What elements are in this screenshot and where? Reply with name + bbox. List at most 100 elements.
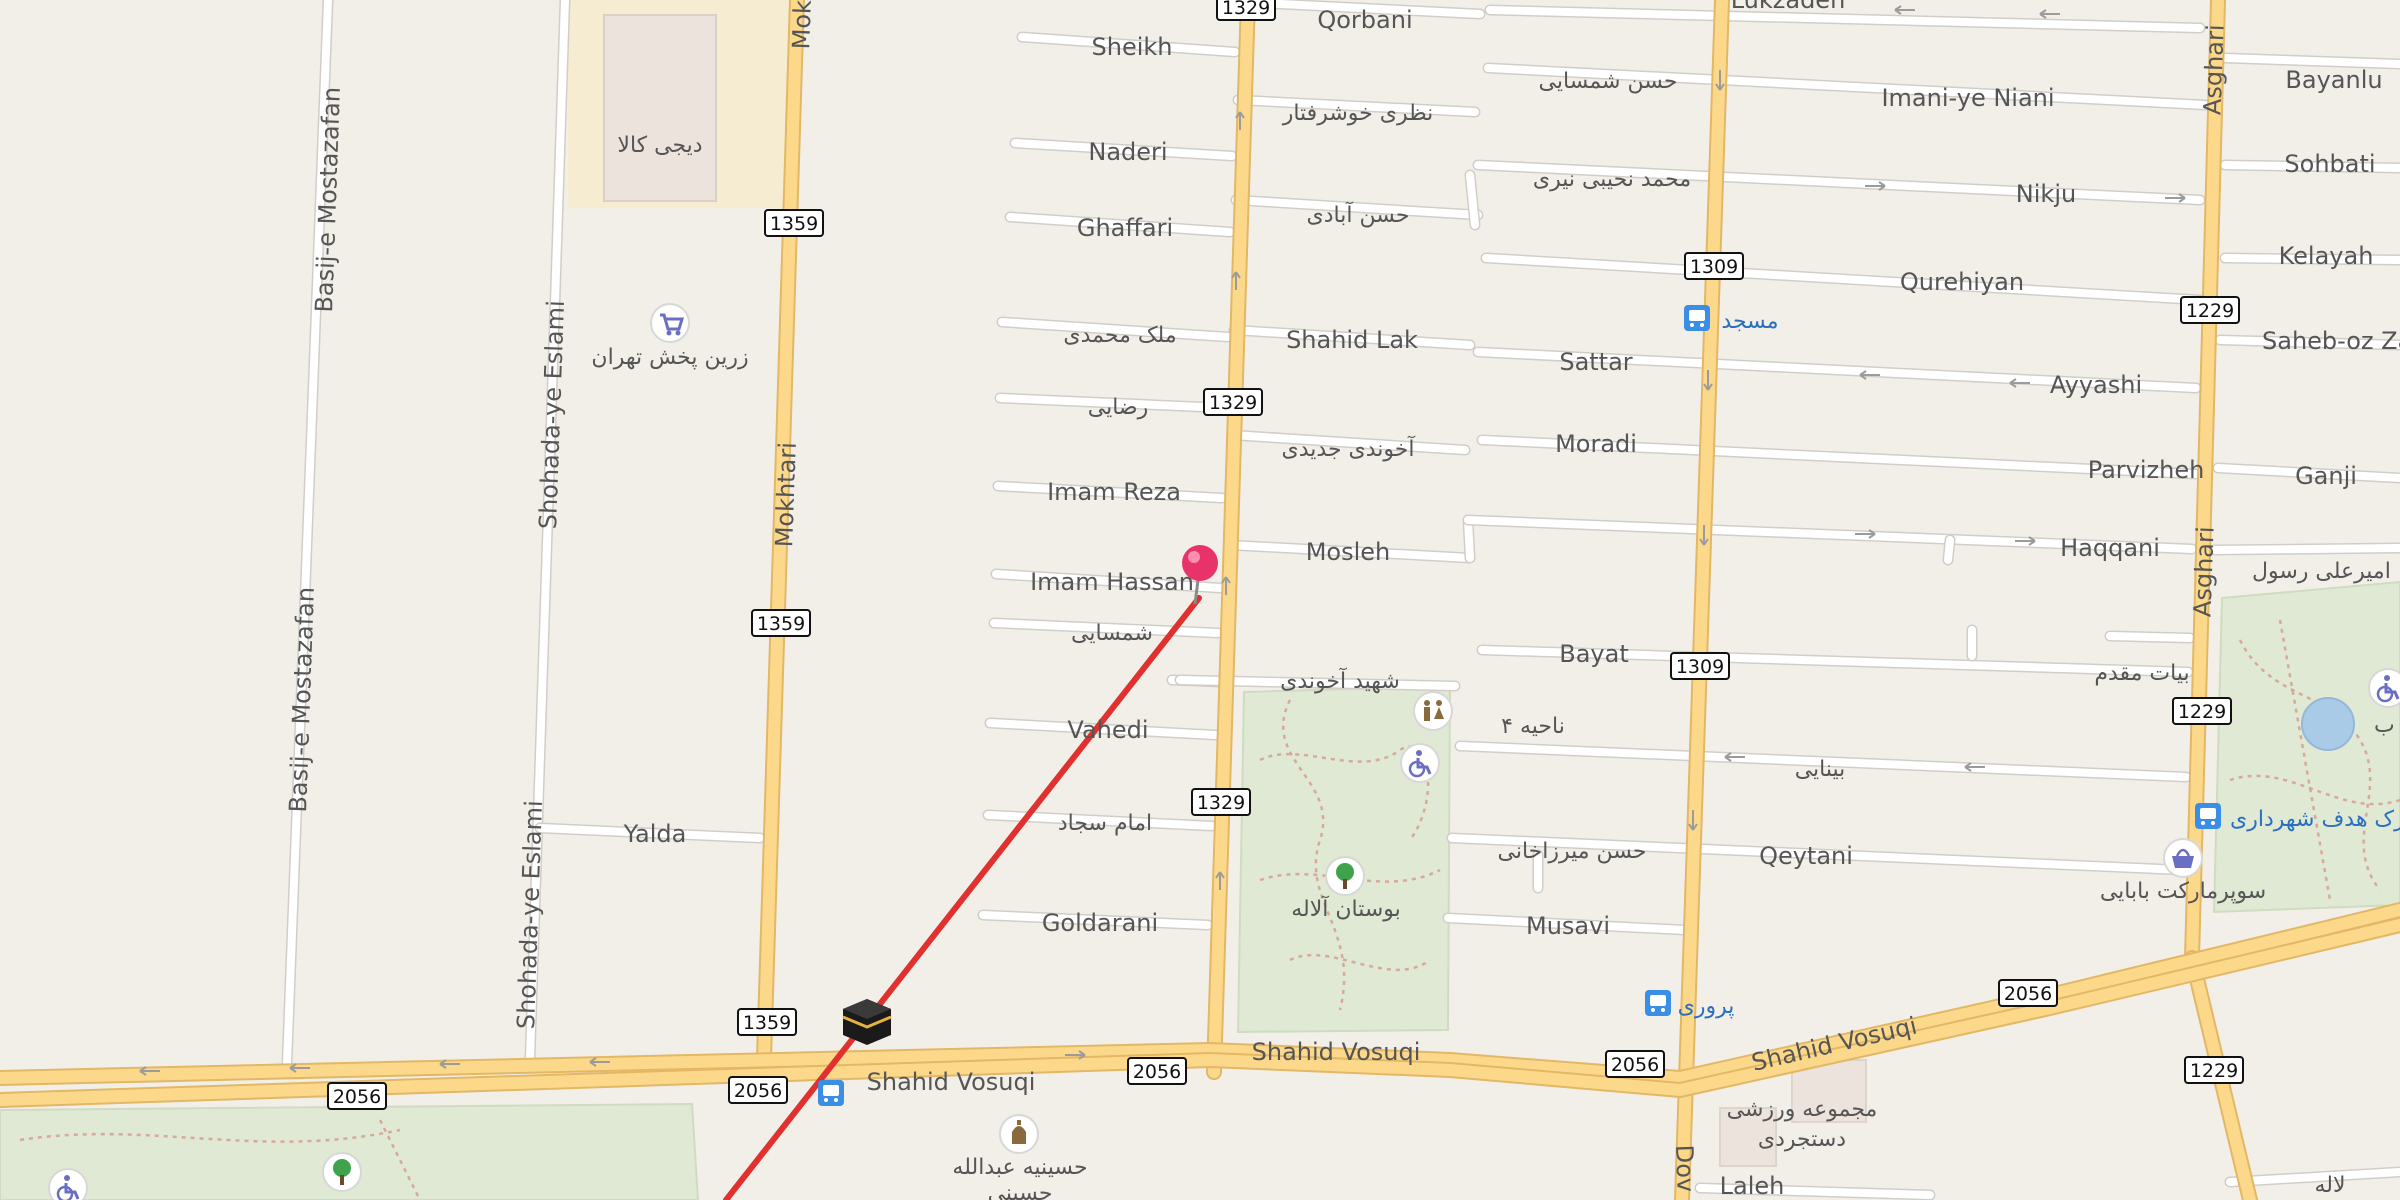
wheelchair-icon[interactable] [2368, 668, 2400, 708]
street-label-naderi: Naderi [1088, 138, 1167, 166]
svg-text:2056: 2056 [333, 1086, 381, 1108]
road-shield: 1359 [751, 609, 811, 637]
poi-label-hosseiniyeh-1: حسینیه عبدالله [952, 1155, 1087, 1180]
svg-text:1229: 1229 [2178, 701, 2226, 723]
toilets-icon[interactable] [1413, 691, 1453, 731]
street-label-bayanlu: Bayanlu [2285, 66, 2382, 94]
road-shield: 2056 [1127, 1057, 1187, 1085]
road-shield: 1309 [1684, 252, 1744, 280]
svg-text:2056: 2056 [2004, 983, 2052, 1005]
street-label-sheikh: Sheikh [1092, 33, 1173, 61]
map-canvas[interactable]: Qorbani Sheikh Naderi Ghaffari ملک محمدی… [0, 0, 2400, 1200]
wheelchair-icon[interactable] [1400, 743, 1440, 783]
basket-icon[interactable] [2163, 838, 2203, 878]
road-shield: 2056 [327, 1082, 387, 1110]
street-label-malek: ملک محمدی [1063, 323, 1176, 348]
svg-text:1329: 1329 [1197, 792, 1245, 814]
svg-text:1229: 1229 [2186, 300, 2234, 322]
street-label-hasan-mirzakhani: حسن میرزاخانی [1497, 839, 1646, 864]
street-label-mokhtari: Mokhtari [770, 442, 802, 548]
street-label-laleh: Laleh [1720, 1172, 1785, 1200]
road-shield: 1309 [1670, 652, 1730, 680]
street-label-imam-reza: Imam Reza [1047, 478, 1181, 506]
poi-label-majmoeh-2: دستجردی [1758, 1127, 1846, 1152]
road-shield: 2056 [1998, 979, 2058, 1007]
pond [2301, 697, 2355, 751]
svg-text:2056: 2056 [734, 1080, 782, 1102]
road-shield: 1359 [737, 1008, 797, 1036]
poi-label-supermarket: سوپرمارکت بابایی [2100, 879, 2266, 904]
street-label-shahid-vosuqi-1: Shahid Vosuqi [1252, 1038, 1421, 1066]
street-label-vahedi: Vahedi [1067, 716, 1148, 744]
poi-label-park-hadaf: پارک هدف شهرداری [2230, 807, 2400, 832]
tree-icon[interactable] [322, 1152, 362, 1192]
bus-stop-icon[interactable] [1645, 990, 1671, 1016]
shopping-cart-icon[interactable] [650, 303, 690, 343]
street-label-qorbani: Qorbani [1317, 6, 1412, 34]
road-shield: 2056 [728, 1076, 788, 1104]
bus-stop-icon[interactable] [1684, 305, 1710, 331]
wheelchair-icon[interactable] [48, 1168, 88, 1200]
svg-text:1329: 1329 [1209, 392, 1257, 414]
road-shield: 1229 [2172, 697, 2232, 725]
street-label-shamsaei: شمسایی [1071, 621, 1153, 646]
road-shield: 1329 [1191, 788, 1251, 816]
building [603, 14, 717, 202]
poi-label-zarrin: زرین پخش تهران [591, 345, 748, 370]
street-label-ayyashi: Ayyashi [2050, 371, 2142, 399]
road-shield: 1359 [764, 209, 824, 237]
street-label-imani: Imani-ye Niani [1881, 84, 2054, 112]
street-label-rezaei: رضایی [1088, 395, 1148, 420]
street-label-ganji: Ganji [2295, 462, 2357, 490]
street-label-binaei: بینایی [1795, 757, 1846, 782]
street-label-lukzadeh: Lukzadeh [1731, 0, 1846, 14]
street-label-ghaffari: Ghaffari [1077, 214, 1173, 242]
street-label-amir-ali: امیرعلی رسول [2252, 559, 2391, 584]
svg-text:2056: 2056 [1611, 1054, 1659, 1076]
bus-stop-icon[interactable] [2195, 803, 2221, 829]
poi-label-hosseiniyeh-2: حسینی [988, 1181, 1053, 1200]
park-hadaf [2212, 580, 2400, 914]
poi-label-bustan: بوستان آلاله [1291, 895, 1401, 922]
bus-stop-icon[interactable] [818, 1080, 844, 1106]
road-shield: 1229 [2180, 296, 2240, 324]
street-label-goldarani: Goldarani [1042, 909, 1158, 937]
svg-text:1229: 1229 [2190, 1060, 2238, 1082]
svg-text:1359: 1359 [743, 1012, 791, 1034]
street-label-saheb: Saheb-oz Za [2262, 327, 2400, 355]
street-label-parvizheh: Parvizheh [2088, 456, 2205, 484]
street-label-kelayah: Kelayah [2279, 242, 2374, 270]
hosseiniyeh-icon[interactable] [999, 1114, 1039, 1154]
street-label-sohbati: Sohbati [2284, 150, 2375, 178]
street-label-qurehiyan: Qurehiyan [1900, 268, 2024, 296]
poi-label-masjed: مسجد [1721, 309, 1778, 334]
svg-text:1309: 1309 [1676, 656, 1724, 678]
svg-text:1359: 1359 [770, 213, 818, 235]
street-label-shahid-lak: Shahid Lak [1286, 326, 1418, 354]
street-label-mohammad-nahib: محمد نحیبی نیری [1533, 167, 1691, 192]
street-label-dov: Dov [1670, 1144, 1700, 1192]
street-label-laleh-fa: لاله [2314, 1173, 2345, 1198]
tree-icon[interactable] [1325, 856, 1365, 896]
poi-label-parvari: پروری [1678, 994, 1735, 1019]
poi-label-digikala: دیجی کالا [617, 133, 702, 158]
road-shield: 2056 [1605, 1050, 1665, 1078]
poi-label-majmoeh-1: مجموعه ورزشی [1727, 1097, 1878, 1122]
street-label-moradi: Moradi [1555, 430, 1637, 458]
street-label-akhundi-jadidi: آخوندی جدیدی [1282, 435, 1416, 462]
street-label-musavi: Musavi [1526, 912, 1610, 940]
street-label-nikju: Nikju [2016, 180, 2076, 208]
street-label-hasan-shamsaei: حسن شمسایی [1539, 69, 1678, 94]
poi-label-naheyeh: ناحیه ۴ [1501, 714, 1565, 739]
poi-label-zamin: زمین ب [2374, 713, 2400, 738]
street-label-shahid-vosuqi-2: Shahid Vosuqi [867, 1068, 1036, 1096]
street-label-imam-sajjad: امام سجاد [1058, 811, 1152, 836]
street-label-bayat: Bayat [1559, 640, 1629, 668]
street-label-haqqani: Haqqani [2060, 534, 2160, 562]
road-shield: 1329 [1216, 0, 1276, 21]
svg-text:1329: 1329 [1222, 0, 1270, 19]
street-label-bayat-moqaddam: بیات مقدم [2094, 661, 2189, 686]
street-label-mokhtari-top: Mok [787, 0, 817, 50]
street-label-qeytani: Qeytani [1759, 842, 1853, 870]
road-shield: 1329 [1203, 388, 1263, 416]
